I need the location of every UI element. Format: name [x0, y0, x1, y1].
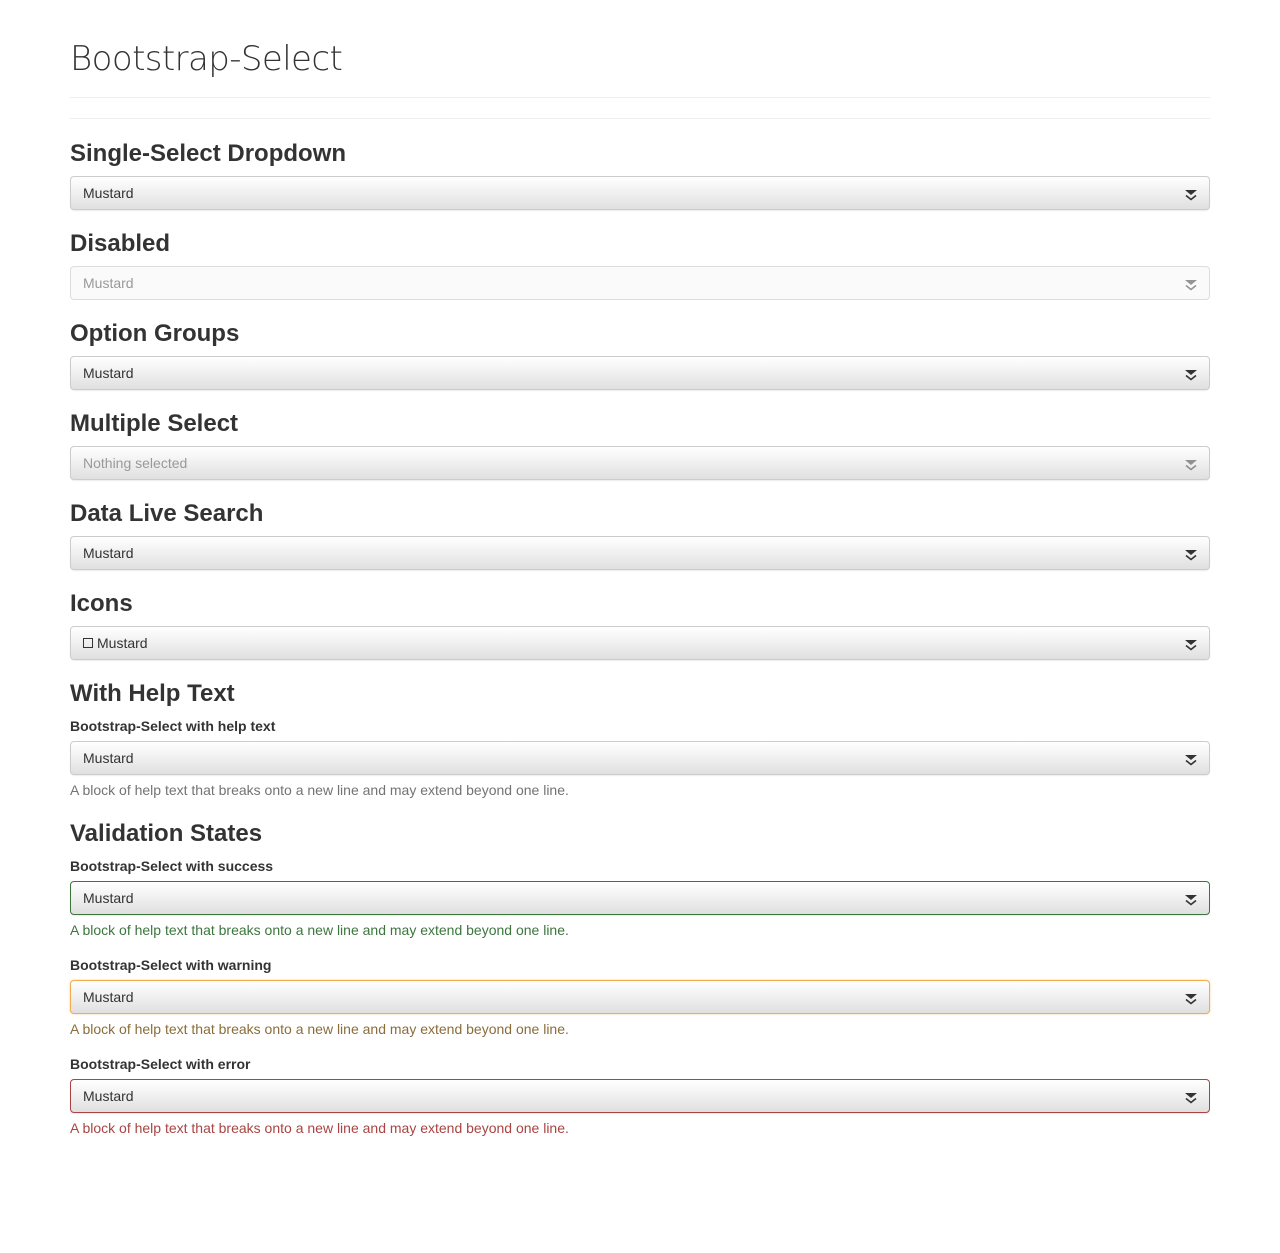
error-help-text: A block of help text that breaks onto a … [70, 1120, 569, 1136]
header-divider [70, 118, 1210, 119]
disabled-heading: Disabled [70, 230, 171, 257]
help-text-value: Mustard [83, 750, 134, 766]
error-label: Bootstrap-Select with error [70, 1056, 251, 1072]
icons-heading: Icons [70, 590, 133, 617]
help-text-heading: With Help Text [70, 680, 235, 707]
warning-dropdown[interactable]: Mustard [70, 980, 1210, 1014]
single-select-dropdown[interactable]: Mustard [70, 176, 1210, 210]
live-search-heading: Data Live Search [70, 500, 264, 527]
success-dropdown[interactable]: Mustard [70, 881, 1210, 915]
chevron-down-icon [1184, 277, 1198, 291]
chevron-down-icon [1184, 547, 1198, 561]
option-groups-heading: Option Groups [70, 320, 240, 347]
page-container: Bootstrap-Select Single-Select Dropdown … [0, 0, 1280, 1136]
success-label: Bootstrap-Select with success [70, 858, 274, 874]
validation-heading: Validation States [70, 820, 263, 847]
multiple-select-dropdown[interactable]: Nothing selected [70, 446, 1210, 480]
single-select-value: Mustard [83, 185, 134, 201]
warning-help-text: A block of help text that breaks onto a … [70, 1021, 569, 1037]
disabled-select-dropdown: Mustard [70, 266, 1210, 300]
square-outline-icon [83, 638, 93, 648]
error-value: Mustard [83, 1088, 134, 1104]
error-dropdown[interactable]: Mustard [70, 1079, 1210, 1113]
chevron-down-icon [1184, 752, 1198, 766]
single-select-heading: Single-Select Dropdown [70, 140, 347, 167]
warning-label: Bootstrap-Select with warning [70, 957, 272, 973]
live-search-dropdown[interactable]: Mustard [70, 536, 1210, 570]
help-text-label: Bootstrap-Select with help text [70, 718, 276, 734]
help-text-dropdown[interactable]: Mustard [70, 741, 1210, 775]
help-text-block: A block of help text that breaks onto a … [70, 782, 569, 798]
option-groups-dropdown[interactable]: Mustard [70, 356, 1210, 390]
page-title: Bootstrap-Select [70, 0, 1210, 98]
option-groups-value: Mustard [83, 365, 134, 381]
success-value: Mustard [83, 890, 134, 906]
warning-value: Mustard [83, 989, 134, 1005]
multiple-select-placeholder: Nothing selected [83, 455, 188, 471]
chevron-down-icon [1184, 991, 1198, 1005]
chevron-down-icon [1184, 187, 1198, 201]
chevron-down-icon [1184, 637, 1198, 651]
chevron-down-icon [1184, 1090, 1198, 1104]
chevron-down-icon [1184, 457, 1198, 471]
success-help-text: A block of help text that breaks onto a … [70, 922, 569, 938]
multiple-select-heading: Multiple Select [70, 410, 239, 437]
icons-dropdown[interactable]: Mustard [70, 626, 1210, 660]
disabled-select-value: Mustard [83, 275, 134, 291]
icons-value: Mustard [97, 635, 148, 651]
live-search-value: Mustard [83, 545, 134, 561]
chevron-down-icon [1184, 367, 1198, 381]
chevron-down-icon [1184, 892, 1198, 906]
